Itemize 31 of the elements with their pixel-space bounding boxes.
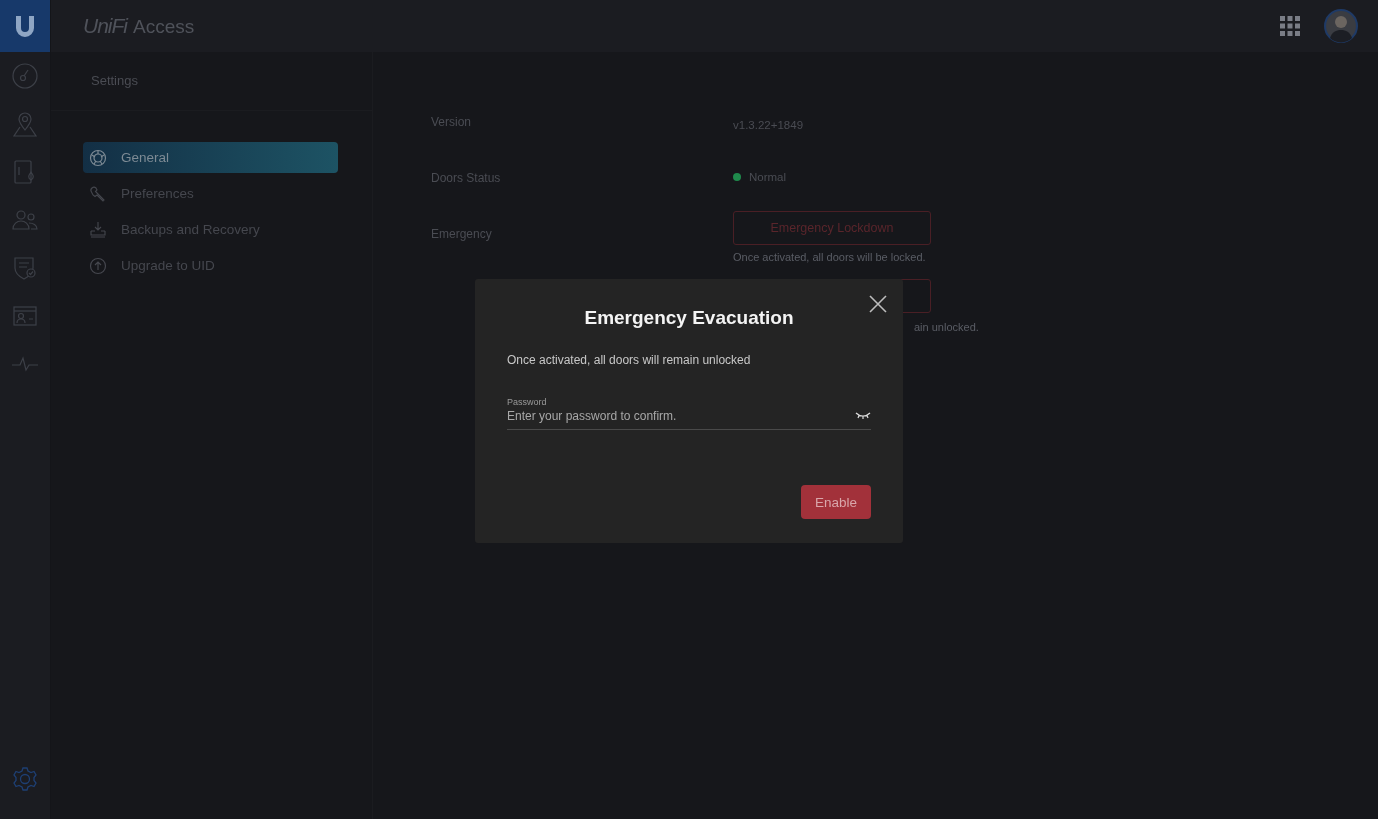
version-text: v1.3.22+1849 <box>733 119 804 131</box>
upload-icon <box>89 256 107 275</box>
field-label: Doors Status <box>431 170 502 185</box>
map-pin-icon <box>11 110 39 138</box>
password-field[interactable]: Enter your password to confirm. <box>507 407 837 423</box>
field-label: Password <box>507 397 548 407</box>
menu-item[interactable]: General <box>83 142 338 173</box>
brand-logo: UniFi <box>83 14 127 38</box>
wrench-icon <box>89 184 107 203</box>
avatar-icon[interactable] <box>1324 9 1358 43</box>
settings-icon <box>12 766 38 792</box>
field-label: Version <box>431 114 473 129</box>
hint-text: Once activated, all doors will be locked. <box>733 251 927 263</box>
hint-text: ain unlocked. <box>913 321 979 333</box>
lockdown-button[interactable]: Emergency Lockdown <box>733 211 931 245</box>
logo-tile[interactable] <box>0 0 50 52</box>
closed-eye-icon[interactable] <box>855 411 871 419</box>
dialog-message: Once activated, all doors will remain unlocked <box>507 353 752 367</box>
aperture-icon <box>89 148 107 167</box>
product-name: Access <box>133 16 195 38</box>
logo-icon <box>14 14 36 38</box>
gauge-icon <box>11 62 39 90</box>
status-text: Normal <box>749 171 787 183</box>
field-label: Emergency <box>431 226 493 241</box>
download-icon <box>89 220 107 239</box>
close-icon[interactable] <box>869 295 887 313</box>
dialog-title: Emergency Evacuation <box>583 307 795 329</box>
panel-title: Settings <box>51 52 372 111</box>
app-grid-icon[interactable] <box>1280 16 1300 36</box>
enable-button[interactable]: Enable <box>800 485 871 519</box>
shield-check-icon <box>11 254 39 282</box>
